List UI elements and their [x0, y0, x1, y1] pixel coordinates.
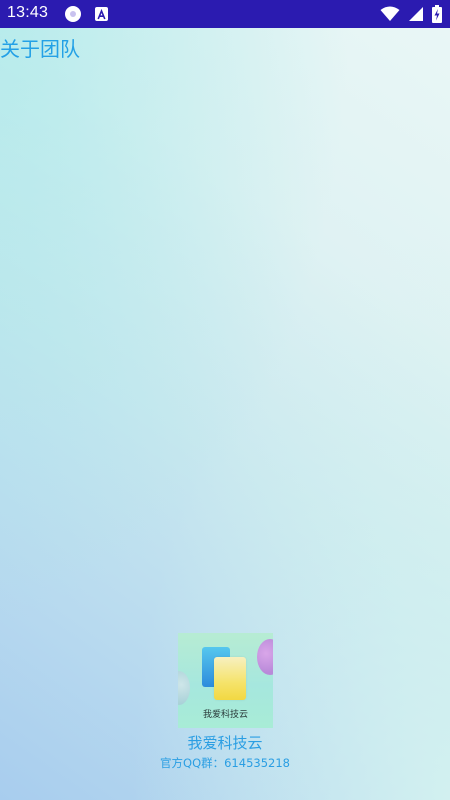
logo-decor-gray-circle — [178, 671, 190, 705]
status-icons — [380, 5, 442, 23]
signal-icon — [409, 7, 423, 21]
page-title: 关于团队 — [0, 37, 80, 61]
status-bar: 13:43 — [0, 0, 450, 28]
app-logo: 我爱科技云 — [178, 633, 273, 728]
app-name: 我爱科技云 — [187, 734, 263, 752]
logo-caption: 我爱科技云 — [202, 710, 248, 720]
wifi-icon — [380, 6, 400, 21]
qq-group-info[interactable]: 官方QQ群：614535218 — [0, 755, 450, 771]
about-team-screen: 13:43 关于团队 我爱科技云 我爱科技云 官方QQ群：614535218 — [0, 0, 450, 800]
status-time: 13:43 — [7, 4, 49, 21]
logo-yellow-card — [214, 657, 246, 700]
logo-decor-purple-circle — [257, 639, 273, 675]
notification-circle-icon — [65, 6, 81, 22]
battery-charging-icon — [432, 5, 442, 23]
text-a-icon — [95, 7, 108, 21]
